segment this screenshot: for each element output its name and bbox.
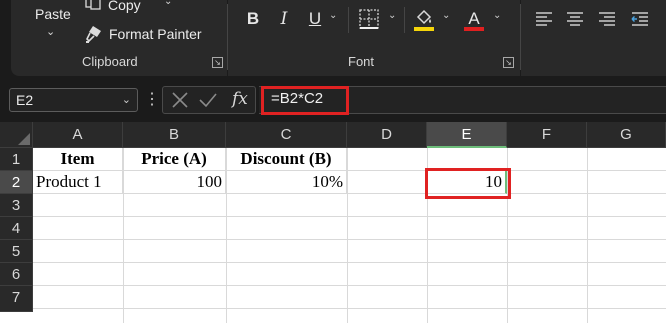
column-header-d[interactable]: D	[347, 122, 427, 148]
cell-a2[interactable]: Product 1	[33, 171, 123, 194]
name-box[interactable]: E2 ⌄	[9, 88, 138, 112]
copy-dropdown-chevron-icon[interactable]: ⌄	[164, 0, 172, 7]
ribbon-divider	[520, 4, 521, 70]
cell-c1[interactable]: Discount (B)	[226, 148, 347, 171]
cell-b1[interactable]: Price (A)	[123, 148, 226, 171]
fill-color-dropdown-chevron-icon[interactable]: ⌄	[442, 10, 450, 21]
paste-button[interactable]: Paste	[35, 6, 71, 22]
cancel-icon[interactable]	[171, 91, 189, 109]
row-header-3[interactable]: 3	[0, 194, 33, 217]
borders-dropdown-chevron-icon[interactable]: ⌄	[388, 10, 396, 21]
row-header-2[interactable]: 2	[0, 171, 33, 194]
clipboard-launcher-icon[interactable]: ↘	[212, 57, 223, 68]
ribbon-divider	[227, 4, 228, 70]
fill-color-swatch	[414, 27, 434, 31]
name-box-chevron-icon[interactable]: ⌄	[122, 89, 131, 111]
font-color-swatch	[464, 27, 484, 31]
row-header-4[interactable]: 4	[0, 217, 33, 240]
select-all-triangle-icon	[18, 133, 30, 145]
align-right-icon[interactable]	[598, 11, 616, 27]
row-header-7[interactable]: 7	[0, 286, 33, 312]
decrease-indent-icon[interactable]	[631, 11, 649, 27]
row-header-1[interactable]: 1	[0, 148, 33, 171]
align-left-icon[interactable]	[535, 11, 553, 27]
format-painter-button[interactable]: Format Painter	[109, 26, 202, 42]
row-header-6[interactable]: 6	[0, 263, 33, 286]
font-color-dropdown-chevron-icon[interactable]: ⌄	[493, 10, 501, 21]
align-center-icon[interactable]	[566, 11, 584, 27]
copy-icon[interactable]	[85, 0, 104, 10]
column-header-g[interactable]: G	[587, 122, 666, 148]
worksheet-grid: A B C D E F G 1 2 3 4 5 6 7 Item Price (…	[0, 122, 666, 323]
font-divider	[404, 7, 405, 33]
name-box-value: E2	[16, 92, 34, 108]
column-header-c[interactable]: C	[226, 122, 347, 148]
bold-button[interactable]: B	[244, 8, 262, 30]
ribbon: Paste ⌄ Copy ⌄ Format Painter Clipboard …	[0, 0, 666, 76]
copy-button[interactable]: Copy	[108, 0, 141, 13]
row-header-5[interactable]: 5	[0, 240, 33, 263]
column-header-f[interactable]: F	[507, 122, 587, 148]
fill-color-icon[interactable]	[413, 8, 435, 28]
paste-dropdown-chevron-icon[interactable]: ⌄	[46, 25, 55, 38]
column-header-a[interactable]: A	[33, 122, 123, 148]
format-painter-icon[interactable]	[84, 24, 104, 44]
column-header-b[interactable]: B	[123, 122, 226, 148]
font-group-label: Font	[348, 54, 375, 69]
cell-a1[interactable]: Item	[33, 148, 123, 171]
font-divider	[348, 7, 349, 33]
formula-highlight-box	[261, 86, 349, 115]
borders-icon[interactable]	[359, 9, 379, 29]
selected-cell-highlight-box	[425, 168, 511, 199]
clipboard-group-label: Clipboard	[82, 54, 138, 69]
more-options-icon[interactable]: ⋮	[144, 90, 160, 110]
cell-b2[interactable]: 100	[123, 171, 226, 194]
column-header-e[interactable]: E	[427, 122, 507, 148]
italic-button[interactable]: I	[276, 8, 292, 30]
select-all-button[interactable]	[0, 122, 33, 148]
underline-button[interactable]: U	[306, 8, 324, 30]
underline-dropdown-chevron-icon[interactable]: ⌄	[329, 10, 337, 21]
insert-function-button[interactable]: fx	[232, 89, 248, 109]
cell-c2[interactable]: 10%	[226, 171, 347, 194]
formula-controls: fx	[162, 86, 256, 114]
enter-check-icon[interactable]	[199, 91, 217, 109]
font-launcher-icon[interactable]: ↘	[503, 57, 514, 68]
